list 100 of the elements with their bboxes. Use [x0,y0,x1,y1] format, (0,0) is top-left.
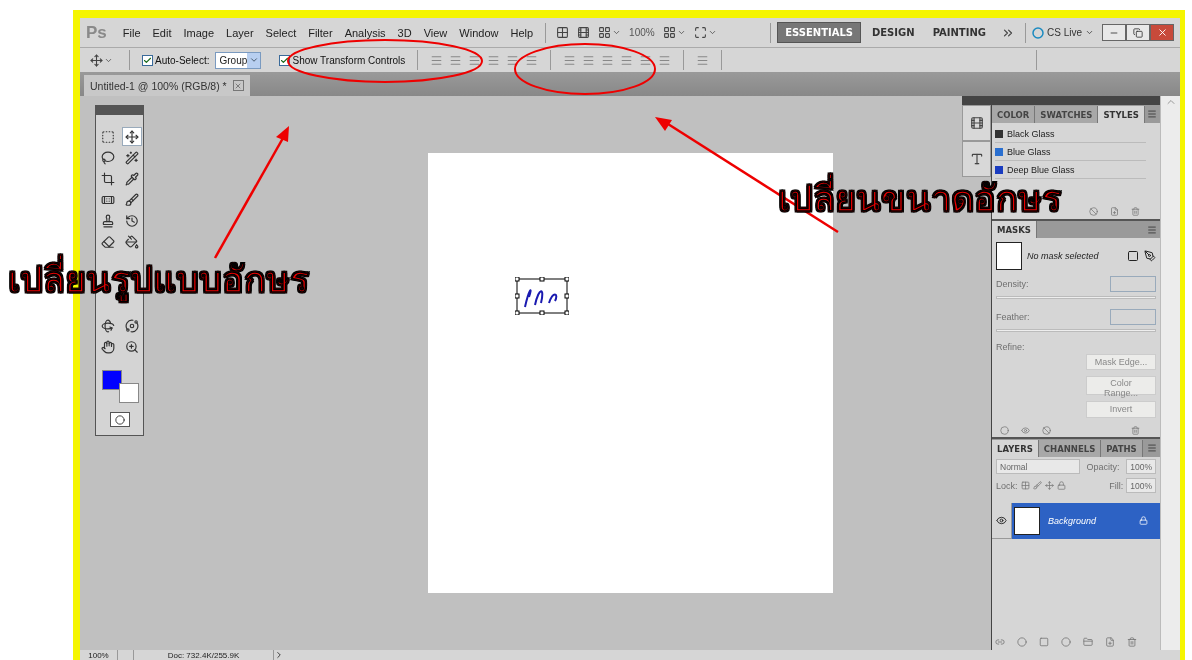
panel-tab[interactable]: COLOR [992,106,1036,123]
film-icon[interactable] [577,26,591,39]
style-item[interactable]: Black Glass [995,125,1146,143]
cs-live-icon [1032,26,1044,39]
minimize-button[interactable] [1102,24,1126,41]
align-icon[interactable] [449,53,463,67]
distribute-icon[interactable] [582,53,596,67]
background-swatch[interactable] [118,383,139,403]
align-icon[interactable] [525,53,539,67]
cs-live-menu[interactable]: CS Live [1032,26,1094,39]
distribute-icon[interactable] [639,53,653,67]
panel-menu-icon[interactable] [1147,224,1157,235]
distribute-icon[interactable] [563,53,577,67]
close-icon[interactable] [232,80,244,91]
distribute-icon[interactable] [658,53,672,67]
workspace-button[interactable]: ESSENTIALS [777,22,861,43]
menu-item[interactable]: Image [177,26,221,39]
caret-icon[interactable] [707,28,717,37]
checkbox-label: Show Transform Controls [292,54,406,66]
zoom-level[interactable]: 100% [625,27,659,38]
field-label: Refine: [996,341,1025,352]
menu-item[interactable]: Window [453,26,505,39]
panel-tab[interactable]: CHANNELS [1038,440,1102,457]
checkbox-label: Auto-Select: [155,54,210,66]
panel-tab[interactable]: STYLES [1098,106,1145,123]
move-tool-icon[interactable] [90,53,103,67]
checkbox[interactable] [142,54,153,66]
distribute-icon[interactable] [620,53,634,67]
quick-mask-button[interactable] [109,412,130,427]
disable-icon[interactable] [1042,425,1051,435]
caret-icon[interactable] [248,55,259,65]
trash-icon[interactable] [1127,637,1137,647]
close-button[interactable] [1150,24,1174,41]
panel-menu-icon[interactable] [1147,443,1157,453]
auto-align-icon[interactable] [696,53,710,67]
field-label: Density: [996,279,1029,289]
new-layer-icon[interactable] [1105,637,1115,647]
menu-item[interactable]: Help [504,26,540,39]
menu-item[interactable]: Select [259,26,303,39]
caret-icon[interactable] [1085,28,1094,37]
lock-icon[interactable] [1056,481,1066,490]
mask-status: No mask selected [1027,251,1100,261]
layer-name: Background [1048,515,1098,526]
link-icon[interactable] [995,637,1005,647]
auto-select-dropdown[interactable]: Group [215,51,262,69]
style-item[interactable]: Blue Glass [995,143,1146,161]
field-label: Lock: [996,480,1018,491]
blend-mode-dropdown[interactable]: Normal [996,459,1080,474]
mask-icon[interactable] [1039,637,1049,647]
close-icon [1156,27,1168,38]
menu-item[interactable]: 3D [391,26,418,39]
app-logo: Ps [86,22,107,43]
film-icon[interactable] [962,105,991,141]
align-icon[interactable] [506,53,520,67]
document-info: Doc: 732.4K/255.9K [134,650,274,660]
pixel-mask-icon[interactable] [1127,250,1139,262]
panel-tab[interactable]: MASKS [992,221,1037,238]
move-icon[interactable] [1044,481,1054,490]
document-tab[interactable]: Untitled-1 @ 100% (RGB/8) * [84,75,250,96]
density-field[interactable] [1110,276,1156,292]
trash-icon[interactable] [1131,425,1140,435]
distribute-icon[interactable] [601,53,615,67]
panel-tab[interactable]: SWATCHES [1035,106,1099,123]
new-style-icon[interactable] [1110,206,1119,216]
restore-button[interactable] [1126,24,1150,41]
vector-mask-icon[interactable] [1144,250,1156,262]
menu-item[interactable]: View [417,26,454,39]
panel-tab[interactable]: LAYERS [992,440,1039,457]
panel-tab[interactable]: PATHS [1101,440,1143,457]
layer-thumbnail [1014,506,1040,535]
caret-icon[interactable] [676,28,686,37]
eye-icon[interactable] [1021,425,1030,435]
workspace-button[interactable]: PAINTING [925,23,993,42]
layer-row[interactable]: Background [1012,502,1160,539]
zoom-field[interactable]: 100% [80,650,118,660]
align-icon[interactable] [430,53,444,67]
menu-item[interactable]: Filter [302,26,339,39]
status-menu-icon[interactable] [274,650,284,660]
trash-icon[interactable] [1131,206,1140,216]
workspace-button[interactable]: DESIGN [865,23,922,42]
clear-style-icon[interactable] [1089,206,1098,216]
menu-item[interactable]: File [116,26,147,39]
panel-menu-icon[interactable] [1147,109,1157,119]
style-item[interactable]: Deep Blue Glass [995,161,1146,179]
field-label: Opacity: [1086,461,1120,472]
checkbox[interactable] [279,54,291,66]
folder-icon[interactable] [1083,637,1093,647]
opacity-field[interactable]: 100% [1126,459,1156,474]
move-tool-icon[interactable] [121,127,142,146]
feather-field[interactable] [1110,308,1156,325]
caret-icon[interactable] [612,28,622,37]
screen-mode-icon[interactable] [693,26,707,39]
menu-item[interactable]: Edit [146,26,178,39]
eye-icon [996,515,1007,526]
foreground-swatch[interactable] [101,370,122,390]
menu-item[interactable]: Analysis [338,26,392,39]
fill-field[interactable]: 100% [1126,478,1156,493]
align-icon[interactable] [468,53,482,67]
align-icon[interactable] [487,53,501,67]
menu-item[interactable]: Layer [220,26,260,39]
